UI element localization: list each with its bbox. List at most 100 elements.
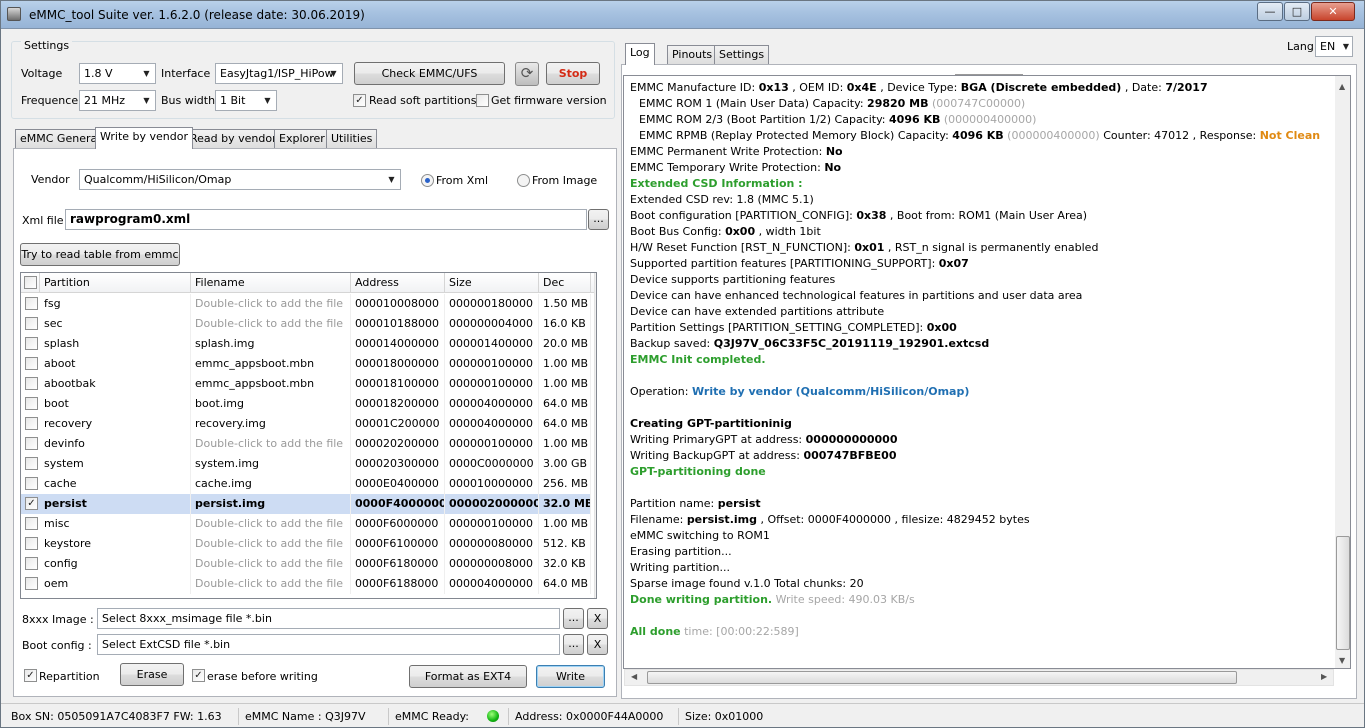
minimize-button[interactable]: —: [1257, 2, 1283, 21]
row-checkbox[interactable]: [25, 577, 38, 590]
header-filename[interactable]: Filename: [191, 273, 351, 293]
from-image-radio[interactable]: [517, 174, 530, 187]
table-row[interactable]: fsg Double-click to add the file 000010008…: [21, 294, 591, 314]
tab-settings[interactable]: Settings: [714, 45, 770, 65]
row-checkbox[interactable]: [25, 537, 38, 550]
close-button[interactable]: ✕: [1311, 2, 1355, 21]
erase-before-checkbox[interactable]: ✓: [192, 669, 205, 682]
table-row[interactable]: ✓ persist persist.img 0000F4000000 000002000…: [21, 494, 591, 514]
buswidth-select[interactable]: 1 Bit ▼: [215, 90, 277, 111]
refresh-icon[interactable]: ⟳: [515, 62, 539, 86]
try-read-table-button[interactable]: Try to read table from emmc: [20, 243, 180, 266]
row-checkbox[interactable]: ✓: [25, 497, 38, 510]
table-row[interactable]: sec Double-click to add the file 000010188…: [21, 314, 591, 334]
table-row[interactable]: config Double-click to add the file 0000F6…: [21, 554, 591, 574]
header-address[interactable]: Address: [351, 273, 445, 293]
filename-cell[interactable]: Double-click to add the file: [191, 554, 351, 574]
scroll-right-icon[interactable]: ▶: [1321, 672, 1327, 681]
tab-read-by-vendor[interactable]: Read by vendor: [185, 129, 282, 149]
maximize-button[interactable]: □: [1284, 2, 1310, 21]
filename-cell[interactable]: recovery.img: [191, 414, 351, 434]
row-checkbox[interactable]: [25, 357, 38, 370]
get-fw-checkbox[interactable]: [476, 94, 489, 107]
filename-cell[interactable]: Double-click to add the file: [191, 574, 351, 594]
table-row[interactable]: aboot emmc_appsboot.mbn 000018000000 000000…: [21, 354, 591, 374]
log-vscrollbar[interactable]: ▲ ▼: [1335, 76, 1350, 668]
table-row[interactable]: misc Double-click to add the file 0000F600…: [21, 514, 591, 534]
select-all-checkbox[interactable]: [24, 276, 37, 289]
image-clear-button[interactable]: X: [587, 608, 608, 629]
vendor-select[interactable]: Qualcomm/HiSilicon/Omap ▼: [79, 169, 401, 190]
tab-explorer[interactable]: Explorer: [274, 129, 330, 149]
bootcfg-browse-button[interactable]: ...: [563, 634, 584, 655]
table-scrollbar[interactable]: ▲ ▼: [594, 273, 596, 598]
filename-cell[interactable]: emmc_appsboot.mbn: [191, 354, 351, 374]
header-dec[interactable]: Dec: [539, 273, 591, 293]
voltage-select[interactable]: 1.8 V ▼: [79, 63, 156, 84]
table-row[interactable]: oem Double-click to add the file 0000F6188…: [21, 574, 591, 594]
log-scroll-thumb[interactable]: [1336, 536, 1350, 650]
scroll-down-icon[interactable]: ▼: [1339, 656, 1345, 665]
erase-button[interactable]: Erase: [120, 663, 184, 686]
log-hscrollbar[interactable]: ◀ ▶: [624, 669, 1334, 686]
filename-cell[interactable]: splash.img: [191, 334, 351, 354]
scroll-up-icon[interactable]: ▲: [1339, 82, 1345, 91]
table-row[interactable]: system system.img 000020300000 0000C0000000…: [21, 454, 591, 474]
filename-cell[interactable]: Double-click to add the file: [191, 534, 351, 554]
table-row[interactable]: splash splash.img 000014000000 000001400000…: [21, 334, 591, 354]
row-checkbox[interactable]: [25, 297, 38, 310]
table-row[interactable]: devinfo Double-click to add the file 00002…: [21, 434, 591, 454]
read-soft-checkbox[interactable]: ✓: [353, 94, 366, 107]
bootcfg-clear-button[interactable]: X: [587, 634, 608, 655]
row-checkbox[interactable]: [25, 337, 38, 350]
row-checkbox[interactable]: [25, 317, 38, 330]
filename-cell[interactable]: boot.img: [191, 394, 351, 414]
tab-log[interactable]: Log: [625, 43, 655, 65]
row-checkbox[interactable]: [25, 457, 38, 470]
format-ext4-button[interactable]: Format as EXT4: [409, 665, 527, 688]
log-segment: Writing PrimaryGPT at address:: [630, 433, 806, 446]
tab-utilities[interactable]: Utilities: [326, 129, 378, 149]
row-checkbox[interactable]: [25, 397, 38, 410]
header-select-all[interactable]: [21, 273, 40, 293]
check-emmc-button[interactable]: Check EMMC/UFS: [354, 62, 505, 85]
xml-browse-button[interactable]: ...: [588, 209, 609, 230]
tab-emmc-general[interactable]: eMMC General: [15, 129, 106, 149]
table-row[interactable]: abootbak emmc_appsboot.mbn 000018100000 000…: [21, 374, 591, 394]
header-partition[interactable]: Partition: [40, 273, 191, 293]
from-xml-radio[interactable]: [421, 174, 434, 187]
lang-select[interactable]: EN ▼: [1315, 36, 1353, 57]
row-checkbox[interactable]: [25, 377, 38, 390]
row-checkbox[interactable]: [25, 437, 38, 450]
filename-cell[interactable]: cache.img: [191, 474, 351, 494]
repartition-checkbox[interactable]: ✓: [24, 669, 37, 682]
filename-cell[interactable]: system.img: [191, 454, 351, 474]
filename-cell[interactable]: emmc_appsboot.mbn: [191, 374, 351, 394]
tab-write-by-vendor[interactable]: Write by vendor: [95, 127, 194, 149]
header-size[interactable]: Size: [445, 273, 539, 293]
filename-cell[interactable]: Double-click to add the file: [191, 434, 351, 454]
row-checkbox[interactable]: [25, 517, 38, 530]
filename-cell[interactable]: Double-click to add the file: [191, 294, 351, 314]
image-browse-button[interactable]: ...: [563, 608, 584, 629]
row-checkbox[interactable]: [25, 417, 38, 430]
interface-select[interactable]: EasyJtag1/ISP_HiPow ▼: [215, 63, 343, 84]
table-row[interactable]: boot boot.img 000018200000 000004000000 64.0…: [21, 394, 591, 414]
filename-cell[interactable]: Double-click to add the file: [191, 514, 351, 534]
bootcfg-input[interactable]: Select ExtCSD file *.bin: [97, 634, 560, 655]
frequence-select[interactable]: 21 MHz ▼: [79, 90, 156, 111]
stop-button[interactable]: Stop: [546, 62, 600, 85]
row-checkbox[interactable]: [25, 557, 38, 570]
log-hscroll-thumb[interactable]: [647, 671, 1237, 684]
filename-cell[interactable]: persist.img: [191, 494, 351, 514]
row-checkbox[interactable]: [25, 477, 38, 490]
table-row[interactable]: cache cache.img 0000E0400000 000010000000 25…: [21, 474, 591, 494]
tab-pinouts[interactable]: Pinouts: [667, 45, 718, 65]
scroll-left-icon[interactable]: ◀: [631, 672, 637, 681]
write-button[interactable]: Write: [536, 665, 605, 688]
xml-file-input[interactable]: rawprogram0.xml: [65, 209, 587, 230]
image-input[interactable]: Select 8xxx_msimage file *.bin: [97, 608, 560, 629]
table-row[interactable]: recovery recovery.img 00001C200000 00000400…: [21, 414, 591, 434]
table-row[interactable]: keystore Double-click to add the file 0000…: [21, 534, 591, 554]
filename-cell[interactable]: Double-click to add the file: [191, 314, 351, 334]
